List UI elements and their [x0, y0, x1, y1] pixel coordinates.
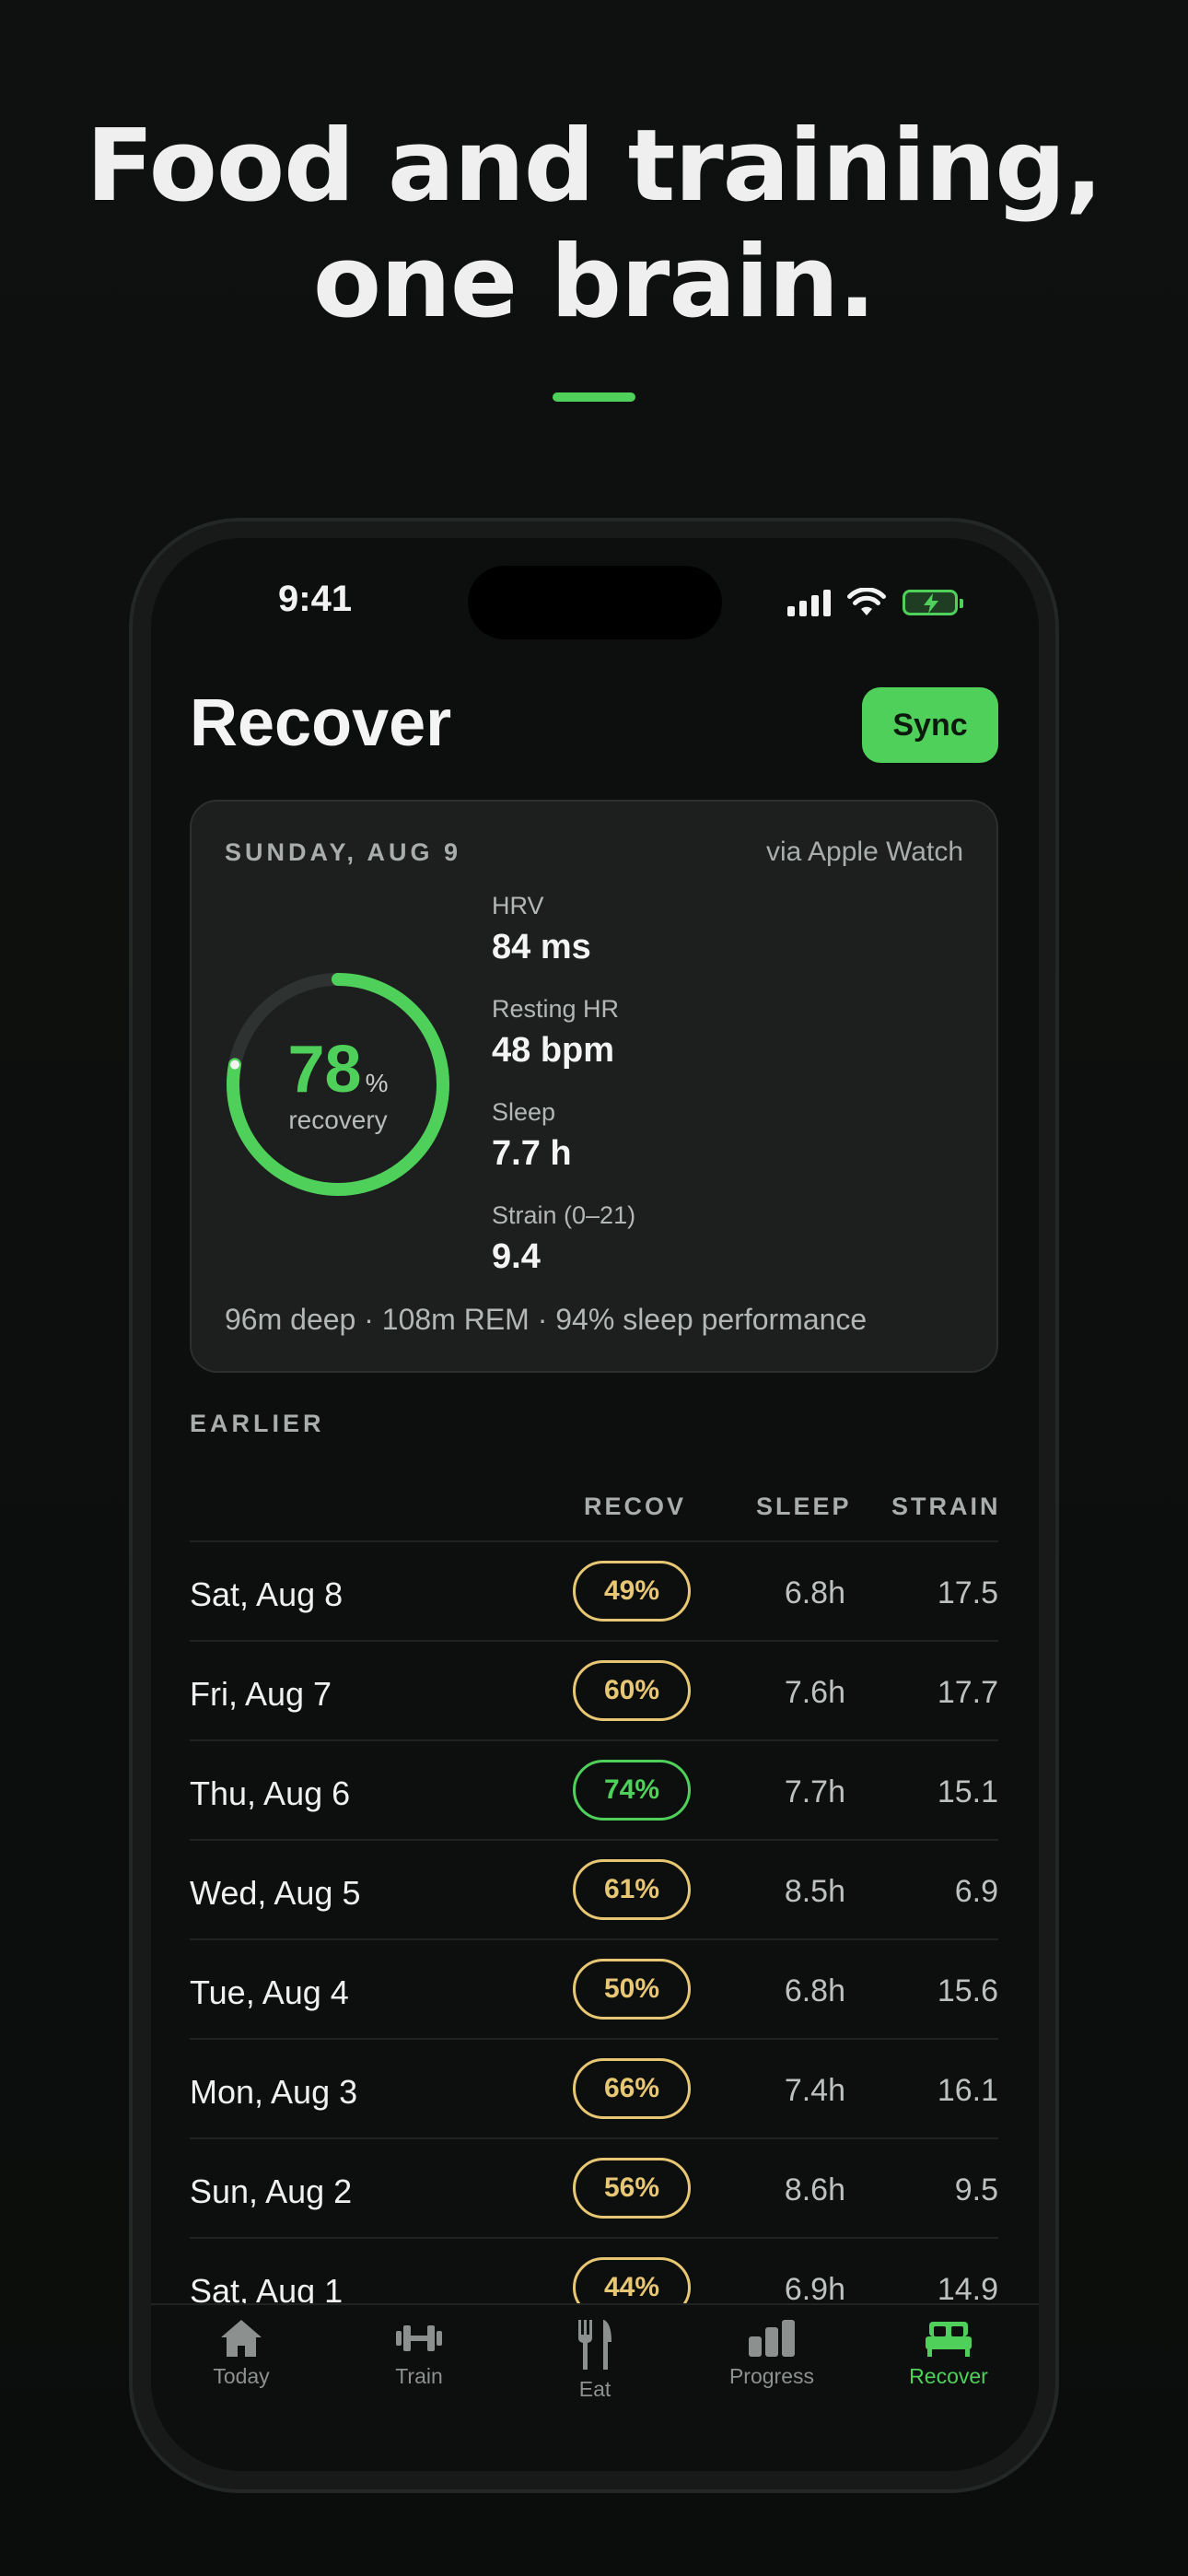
row-sleep: 7.4h	[784, 2073, 845, 2108]
recovery-value: 78%	[223, 1032, 453, 1107]
row-strain: 16.1	[937, 2073, 998, 2108]
column-header-recov: RECOV	[584, 1493, 687, 1520]
headline-line-2: one brain.	[312, 225, 876, 340]
row-date: Wed, Aug 5	[190, 1874, 361, 1912]
table-row[interactable]: Sun, Aug 2 56% 8.6h 9.5	[190, 2139, 998, 2239]
tab-train[interactable]: Train	[345, 2318, 493, 2389]
status-icons	[787, 586, 963, 619]
dumbbell-icon	[396, 2325, 442, 2351]
stat-strain: Strain (0–21) 9.4	[492, 1201, 635, 1305]
row-date: Sat, Aug 8	[190, 1575, 344, 1613]
bar-chart-icon	[749, 2320, 795, 2357]
row-date: Sun, Aug 2	[190, 2172, 353, 2210]
wifi-icon	[847, 588, 886, 615]
stat-resting-hr: Resting HR 48 bpm	[492, 995, 635, 1098]
history-table: Sat, Aug 8 49% 6.8h 17.5 Fri, Aug 7 60% …	[190, 1542, 998, 2338]
tab-eat[interactable]: Eat	[521, 2318, 669, 2402]
row-sleep: 8.6h	[784, 2172, 845, 2207]
tab-label: Eat	[578, 2377, 611, 2401]
row-date: Mon, Aug 3	[190, 2073, 358, 2111]
stat-sleep: Sleep 7.7 h	[492, 1098, 635, 1201]
dynamic-island	[468, 566, 722, 639]
stat-label: Resting HR	[492, 995, 620, 1023]
stat-label: Sleep	[492, 1098, 556, 1126]
table-row[interactable]: Fri, Aug 7 60% 7.6h 17.7	[190, 1642, 998, 1741]
row-strain: 17.5	[937, 1575, 998, 1610]
table-row[interactable]: Wed, Aug 5 61% 8.5h 6.9	[190, 1841, 998, 1940]
table-row[interactable]: Thu, Aug 6 74% 7.7h 15.1	[190, 1741, 998, 1841]
table-row[interactable]: Tue, Aug 4 50% 6.8h 15.6	[190, 1940, 998, 2040]
column-header-strain: STRAIN	[891, 1493, 1001, 1520]
stat-value: 84 ms	[492, 928, 591, 966]
recovery-pill: 50%	[573, 1959, 691, 2020]
section-label-earlier: EARLIER	[190, 1410, 325, 1437]
tab-bar: Today Train Eat Progress Recover	[151, 2303, 1039, 2471]
phone-screen: 9:41 Recover Sync SUNDAY, AUG 9 via Appl…	[151, 538, 1039, 2471]
table-row[interactable]: Mon, Aug 3 66% 7.4h 16.1	[190, 2040, 998, 2139]
tab-label: Recover	[909, 2364, 988, 2388]
row-strain: 15.6	[937, 1973, 998, 2008]
row-strain: 9.5	[954, 2172, 998, 2207]
card-date: SUNDAY, AUG 9	[225, 838, 462, 866]
tab-label: Train	[395, 2364, 443, 2388]
recovery-pill: 56%	[573, 2158, 691, 2219]
cellular-signal-icon	[787, 589, 831, 616]
accent-divider	[553, 392, 635, 402]
fork-knife-icon	[578, 2320, 611, 2370]
stat-hrv: HRV 84 ms	[492, 892, 635, 995]
today-recovery-card: SUNDAY, AUG 9 via Apple Watch 78% recove…	[190, 800, 998, 1373]
page-title: Recover	[190, 686, 452, 760]
table-row[interactable]: Sat, Aug 8 49% 6.8h 17.5	[190, 1542, 998, 1642]
stat-value: 9.4	[492, 1237, 541, 1276]
row-sleep: 6.8h	[784, 1575, 845, 1610]
status-time: 9:41	[278, 579, 353, 619]
tab-progress[interactable]: Progress	[698, 2318, 845, 2389]
tab-label: Progress	[728, 2364, 815, 2388]
row-strain: 17.7	[937, 1675, 998, 1710]
recovery-ring-center: 78% recovery	[223, 969, 453, 1200]
recovery-pill: 61%	[573, 1859, 691, 1920]
row-date: Tue, Aug 4	[190, 1973, 349, 2011]
row-sleep: 8.5h	[784, 1874, 845, 1909]
row-sleep: 7.7h	[784, 1774, 845, 1809]
recovery-pill: 74%	[573, 1760, 691, 1821]
row-date: Fri, Aug 7	[190, 1675, 332, 1713]
stat-value: 7.7 h	[492, 1134, 572, 1173]
headline-line-1: Food and training,	[86, 109, 1102, 224]
row-date: Thu, Aug 6	[190, 1774, 351, 1812]
tab-label: Today	[213, 2364, 270, 2388]
recovery-number: 78	[287, 1033, 362, 1107]
recovery-pill: 60%	[573, 1660, 691, 1721]
tab-recover[interactable]: Recover	[875, 2318, 1022, 2389]
house-icon	[221, 2320, 262, 2357]
battery-charging-icon	[903, 590, 963, 615]
bed-icon	[926, 2322, 972, 2357]
row-sleep: 7.6h	[784, 1675, 845, 1710]
recovery-unit: %	[365, 1069, 389, 1097]
sync-button[interactable]: Sync	[862, 687, 998, 763]
recovery-label: recovery	[288, 1106, 388, 1134]
recovery-pill: 49%	[573, 1561, 691, 1622]
stat-label: Strain (0–21)	[492, 1201, 636, 1229]
tab-today[interactable]: Today	[168, 2318, 315, 2389]
stat-value: 48 bpm	[492, 1031, 615, 1070]
stat-label: HRV	[492, 892, 544, 919]
row-sleep: 6.8h	[784, 1973, 845, 2008]
row-strain: 6.9	[954, 1874, 998, 1909]
recovery-pill: 66%	[573, 2058, 691, 2119]
stats-list: HRV 84 ms Resting HR 48 bpm Sleep 7.7 h …	[492, 892, 635, 1305]
card-source: via Apple Watch	[766, 837, 963, 867]
sleep-summary: 96m deep · 108m REM · 94% sleep performa…	[225, 1303, 868, 1336]
column-header-sleep: SLEEP	[756, 1493, 852, 1520]
row-strain: 15.1	[937, 1774, 998, 1809]
marketing-headline: Food and training, one brain.	[0, 109, 1188, 341]
